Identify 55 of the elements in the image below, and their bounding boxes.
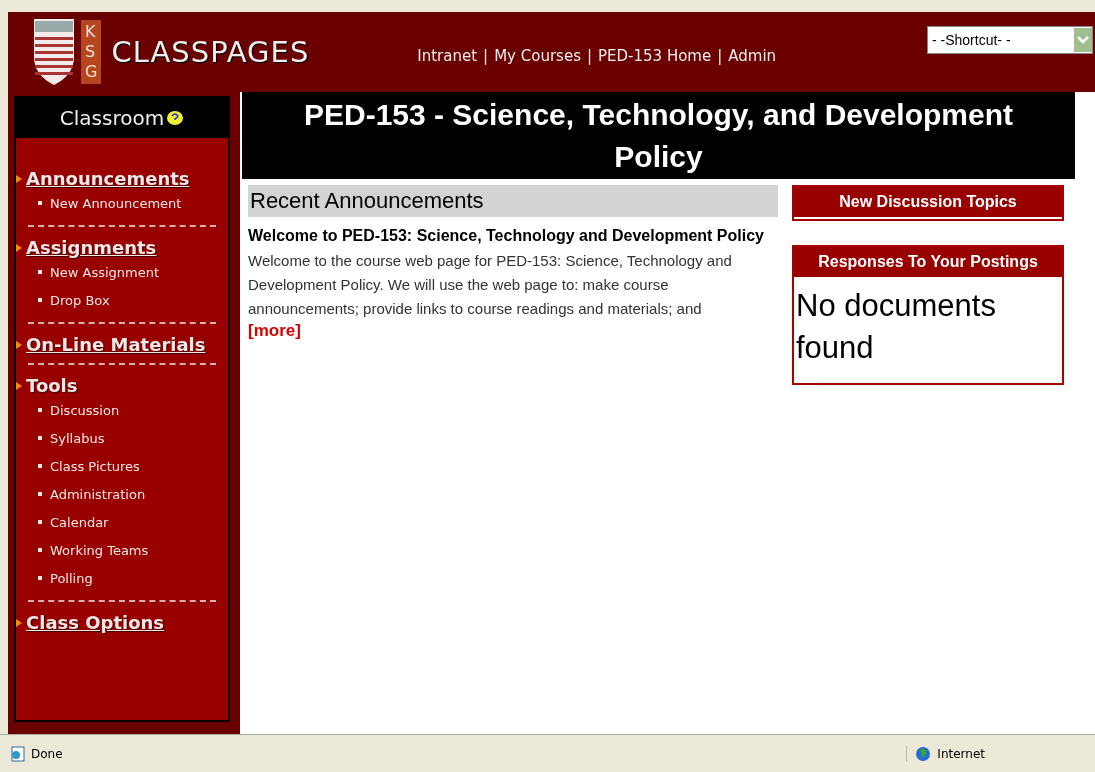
logo-letters: K S G (81, 20, 102, 84)
bullet-icon (38, 576, 42, 580)
sidebar-item[interactable]: Drop Box (50, 292, 110, 308)
shortcut-dropdown[interactable]: - -Shortcut- - (927, 26, 1093, 54)
sidebar-item[interactable]: New Announcement (50, 195, 182, 211)
bullet-icon (38, 492, 42, 496)
panel-title[interactable]: New Discussion Topics (794, 187, 1062, 219)
sidebar-item[interactable]: New Assignment (50, 264, 160, 280)
bullet-icon (38, 548, 42, 552)
announcement-title: Welcome to PED-153: Science, Technology and Development Policy (248, 226, 765, 246)
sidebar-title: Classroom (59, 106, 165, 130)
help-icon[interactable] (166, 110, 185, 126)
more-link[interactable]: [more] (248, 321, 301, 340)
nav-separator: | (483, 47, 489, 65)
bullet-arrow-icon (16, 340, 22, 349)
sidebar-item[interactable]: Polling (50, 570, 93, 586)
site-title[interactable]: CLASSPAGES (111, 35, 310, 69)
bullet-icon (38, 408, 42, 412)
section-heading: Recent Announcements (248, 185, 778, 217)
nav-link[interactable]: Intranet (417, 47, 478, 65)
page-icon (10, 745, 26, 762)
nav-separator: | (717, 47, 723, 65)
shield-icon (33, 17, 75, 87)
sidebar-link[interactable]: Assignments (26, 237, 157, 258)
nav-link[interactable]: PED-153 Home (598, 47, 712, 65)
bullet-arrow-icon (16, 618, 22, 627)
zone-text: Internet (937, 746, 985, 761)
bullet-icon (38, 464, 42, 468)
sidebar-item[interactable]: Calendar (50, 514, 109, 530)
panel-title[interactable]: Responses To Your Postings (794, 247, 1062, 279)
nav-link[interactable]: My Courses (494, 47, 581, 65)
bullet-arrow-icon (16, 243, 22, 252)
bullet-arrow-icon (16, 174, 22, 183)
globe-icon (915, 745, 932, 762)
bullet-icon (38, 436, 42, 440)
status-text: Done (31, 746, 63, 761)
bullet-arrow-icon (16, 381, 22, 390)
sidebar-link[interactable]: On-Line Materials (26, 334, 206, 355)
bullet-icon (38, 298, 42, 302)
sidebar-item[interactable]: Class Pictures (50, 458, 140, 474)
bullet-icon (38, 270, 42, 274)
sidebar-item[interactable]: Discussion (50, 402, 120, 418)
sidebar-link[interactable]: Class Options (26, 612, 165, 633)
sidebar-item[interactable]: Working Teams (50, 542, 149, 558)
nav-separator: | (586, 47, 592, 65)
sidebar-item[interactable]: Syllabus (50, 430, 105, 446)
sidebar-link[interactable]: Announcements (26, 168, 190, 189)
nav-link[interactable]: Admin (728, 47, 777, 65)
announcement-text: Welcome to the course web page for PED-153: Science, Technology and Development Policy. We will use the web page to: make course announcements; provide links to course readings and materials; and (248, 251, 733, 319)
page-title: PED-153 - Science, Technology, and Development Policy (242, 92, 1075, 179)
bullet-icon (38, 520, 42, 524)
sidebar-heading: Tools (26, 375, 78, 396)
panel-text: No documents found (795, 287, 997, 367)
sidebar-item[interactable]: Administration (50, 486, 146, 502)
bullet-icon (38, 201, 42, 205)
